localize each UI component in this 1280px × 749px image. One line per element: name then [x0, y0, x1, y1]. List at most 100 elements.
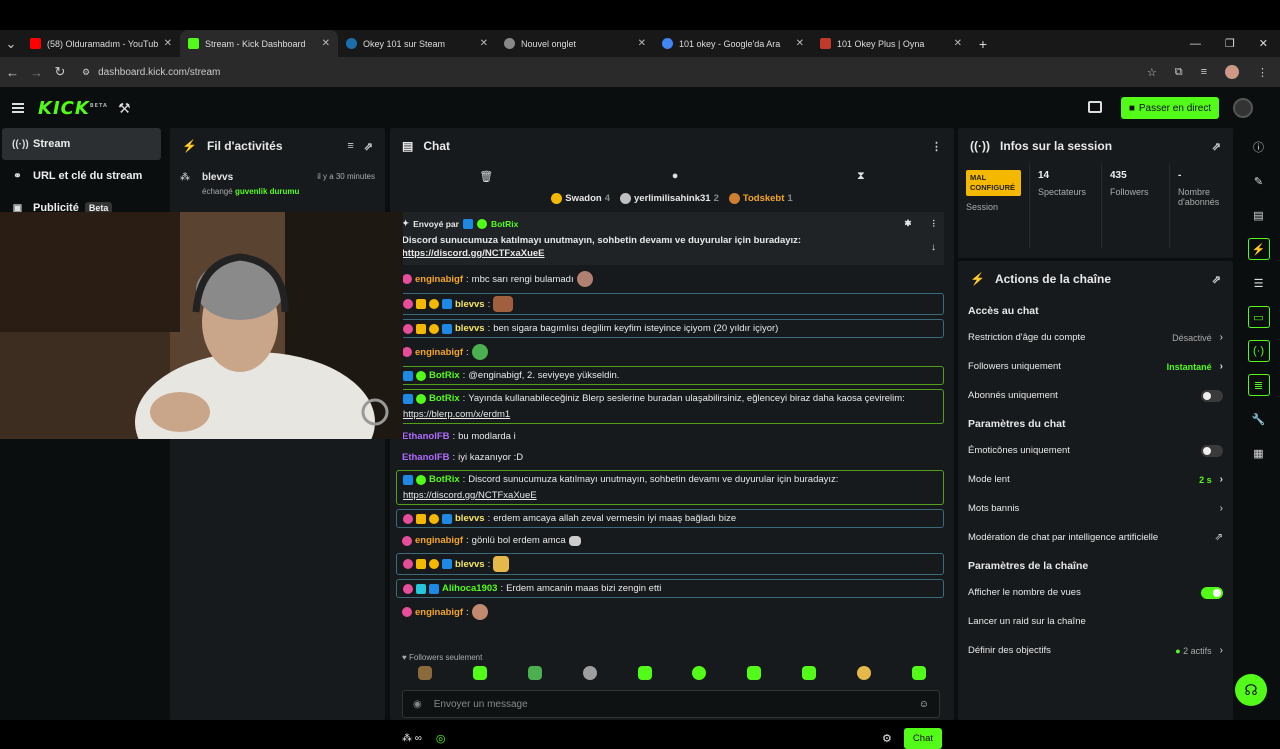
record-icon[interactable]: ◉ [413, 699, 422, 710]
emote[interactable] [747, 666, 762, 680]
kick-coin-icon[interactable]: ◎ [436, 732, 446, 745]
layers-icon[interactable]: ≣ [1247, 374, 1270, 396]
browser-tab-youtube[interactable]: (58) Olduramadım - YouTube ✕ [22, 30, 180, 57]
expand-down-icon[interactable]: ↓ [931, 242, 936, 253]
pinned-more-icon[interactable]: ⋮ [930, 218, 939, 229]
wrench-icon[interactable]: 🔧 [1248, 408, 1270, 430]
close-icon[interactable]: ✕ [480, 38, 488, 49]
chat-icon[interactable]: ▭ [1247, 306, 1270, 328]
chat-message[interactable]: EthanolFB: iyi kazanıyor :D [396, 449, 944, 466]
subs-only-toggle[interactable] [1201, 389, 1223, 402]
emote[interactable] [527, 666, 542, 680]
chat-message[interactable]: blevvs: erdem amcaya allah zeval vermesin… [396, 509, 944, 528]
top-gifter[interactable]: Swadon 4 [551, 192, 610, 204]
info-icon[interactable]: ⓘ [1248, 136, 1270, 158]
media-icon[interactable]: ≡ [1201, 66, 1207, 78]
pinned-link[interactable]: https://discord.gg/NCTFxaXueE [402, 248, 938, 259]
grid-icon[interactable]: ▦ [1248, 442, 1270, 464]
bookmark-star-icon[interactable]: ☆ [1147, 66, 1157, 79]
close-icon[interactable]: ✕ [638, 38, 646, 49]
chat-link[interactable]: https://discord.gg/NCTFxaXueE [403, 489, 537, 502]
lightning-icon[interactable]: ⚡ [1247, 238, 1270, 260]
close-icon[interactable]: ✕ [954, 38, 962, 49]
chat-message[interactable]: BotRix: Discord sunucumuza katılmayı unut… [396, 470, 944, 505]
chat-message[interactable]: Alihoca1903: Erdem amcanin maas bizi zeng… [396, 579, 944, 598]
chat-message-input[interactable]: ◉ Envoyer un message ☺ [402, 690, 940, 718]
site-info-icon[interactable]: ⚙ [82, 67, 90, 78]
emoji-icon[interactable]: ☺ [919, 699, 929, 710]
emote[interactable] [801, 666, 816, 680]
top-gifter[interactable]: Todskebt 1 [728, 192, 793, 204]
pinned-message[interactable]: ✦ Envoyé par BotRix ✱ ⋮ Discord sunucumuza … [396, 212, 944, 265]
hammer-icon[interactable]: ⚒ [118, 100, 131, 117]
id-card-icon[interactable]: ▤ [1248, 204, 1270, 226]
tab-list-icon[interactable]: ⌄ [0, 36, 22, 52]
browser-tab-newtab[interactable]: Nouvel onglet ✕ [496, 30, 654, 57]
activity-item[interactable]: ⁂ blevvs échangé guvenlik durumu il y a … [170, 164, 385, 204]
minimize-icon[interactable]: — [1190, 38, 1201, 50]
emote[interactable] [473, 666, 488, 680]
broadcast-icon[interactable]: (·) [1247, 340, 1270, 362]
menu-kebab-icon[interactable]: ⋮ [1257, 66, 1268, 79]
chat-message[interactable]: blevvs: [396, 553, 944, 575]
screen-icon[interactable] [1088, 101, 1102, 113]
chat-message[interactable]: enginabigf: mbc sarı rengi bulamadı [396, 269, 944, 289]
followers-only-row[interactable]: Followers uniquement Instantané › [958, 352, 1233, 381]
maximize-icon[interactable]: ❐ [1225, 37, 1235, 50]
top-gifter[interactable]: yerlimilisahink31 2 [620, 192, 719, 204]
profile-avatar[interactable] [1225, 65, 1239, 79]
reward-icon[interactable]: ⁂ ∞ [402, 733, 422, 744]
chat-message[interactable]: BotRix: Yayında kullanabileceğiniz Blerp … [396, 389, 944, 424]
browser-tab-kick[interactable]: Stream - Kick Dashboard ✕ [180, 30, 338, 57]
new-tab-button[interactable]: + [970, 36, 996, 52]
popout-icon[interactable]: ⇗ [364, 140, 373, 153]
sidebar-item-stream[interactable]: ((·)) Stream [2, 128, 161, 160]
goals-row[interactable]: Définir des objectifs ● 2 actifs › [958, 636, 1233, 665]
close-window-icon[interactable]: ✕ [1259, 37, 1268, 50]
sidebar-item-stream-key[interactable]: ⚭ URL et clé du stream [2, 160, 161, 192]
popout-icon[interactable]: ⇗ [1212, 140, 1221, 153]
emote[interactable] [637, 666, 652, 680]
raid-row[interactable]: Lancer un raid sur la chaîne [958, 607, 1233, 636]
age-restriction-row[interactable]: Restriction d'âge du compte Désactivé › [958, 323, 1233, 352]
emote[interactable] [911, 666, 926, 680]
slow-mode-row[interactable]: Mode lent 2 s › [958, 465, 1233, 494]
chat-message[interactable]: BotRix: @enginabigf, 2. seviyeye yükseldi… [396, 366, 944, 385]
banned-words-row[interactable]: Mots bannis › [958, 494, 1233, 523]
popout-icon[interactable]: ⇗ [1212, 273, 1221, 286]
more-options-icon[interactable]: ⋮ [931, 140, 942, 153]
ai-moderation-row[interactable]: Modération de chat par intelligence arti… [958, 523, 1233, 552]
back-icon[interactable]: ← [6, 65, 19, 80]
reload-icon[interactable]: ↻ [54, 64, 66, 80]
chat-message[interactable]: blevvs: ben sigara bagımlısı degilim keyf… [396, 319, 944, 338]
hamburger-menu-icon[interactable] [12, 103, 24, 113]
emotes-only-toggle[interactable] [1201, 444, 1223, 457]
go-live-button[interactable]: ■ Passer en direct [1121, 97, 1219, 119]
unpin-icon[interactable]: ✱ [904, 218, 911, 229]
filter-icon[interactable]: ≡ [347, 140, 353, 152]
chat-message[interactable]: enginabigf: [396, 342, 944, 362]
close-icon[interactable]: ✕ [322, 38, 330, 49]
browser-tab-okey[interactable]: 101 Okey Plus | Oyna ✕ [812, 30, 970, 57]
help-button[interactable]: ☊ [1235, 674, 1267, 706]
chat-message[interactable]: enginabigf: [396, 602, 944, 622]
chat-message[interactable]: enginabigf: gönlü bol erdem amca [396, 532, 944, 549]
url-field[interactable]: ⚙ dashboard.kick.com/stream [78, 61, 1135, 83]
forward-icon[interactable]: → [30, 65, 43, 80]
browser-tab-google[interactable]: 101 okey - Google'da Ara ✕ [654, 30, 812, 57]
hourglass-icon[interactable]: ⧗ [857, 170, 865, 183]
settings-gear-icon[interactable]: ⚙ [882, 732, 892, 745]
show-views-toggle[interactable] [1201, 586, 1223, 599]
close-icon[interactable]: ✕ [796, 38, 804, 49]
kick-logo[interactable]: KICKBETA [38, 98, 108, 119]
user-avatar[interactable] [1233, 98, 1253, 118]
send-chat-button[interactable]: Chat [903, 727, 942, 749]
trash-icon[interactable]: 🗑 [479, 170, 493, 183]
browser-tab-steam[interactable]: Okey 101 sur Steam ✕ [338, 30, 496, 57]
emote[interactable] [582, 666, 597, 680]
chat-link[interactable]: https://blerp.com/x/erdm1 [403, 408, 510, 421]
emote[interactable] [692, 666, 707, 680]
list-icon[interactable]: ☰ [1248, 272, 1270, 294]
close-icon[interactable]: ✕ [164, 38, 172, 49]
extensions-icon[interactable]: ⧉ [1175, 66, 1183, 79]
